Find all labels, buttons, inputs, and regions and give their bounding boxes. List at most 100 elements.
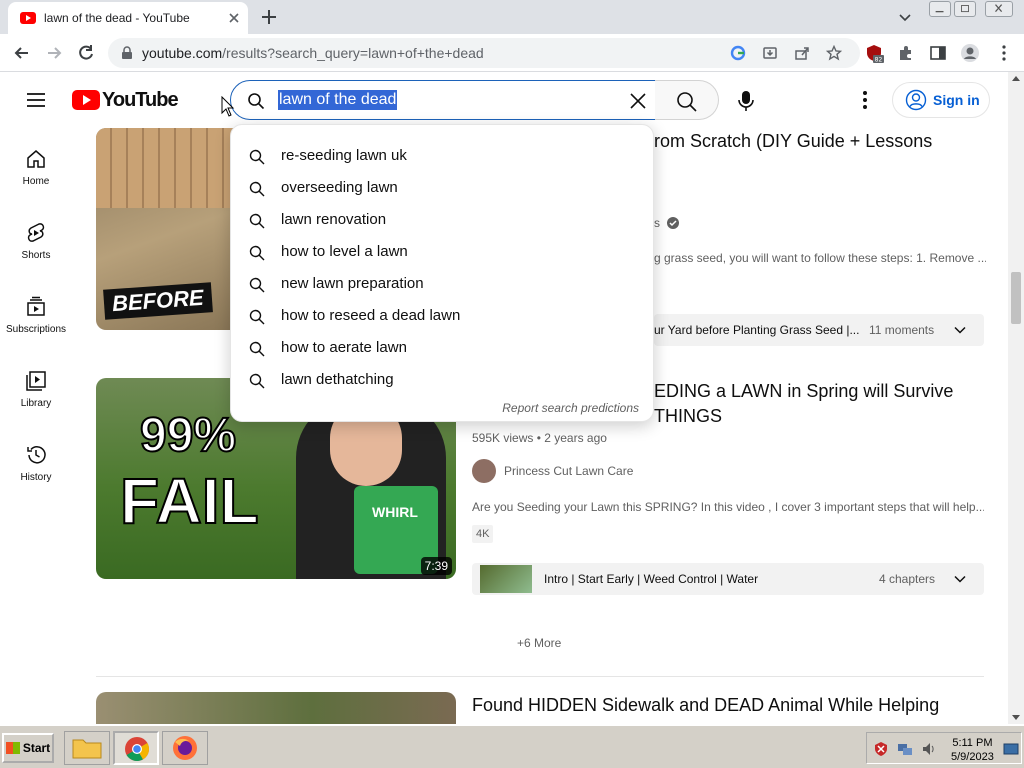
scroll-down-arrow-icon[interactable] [1012,715,1020,720]
suggestion-item[interactable]: lawn dethatching [231,364,655,396]
page-scrollbar[interactable] [1008,72,1024,724]
guide-item-library[interactable]: Library [0,370,72,430]
browser-tab[interactable]: lawn of the dead - YouTube [8,2,248,34]
search-button[interactable] [655,80,719,120]
suggestion-text: how to level a lawn [281,243,408,260]
window-close-button[interactable] [985,1,1013,17]
tab-close-icon[interactable] [226,10,242,26]
thumbnail-text-fail: FAIL [119,464,260,538]
search-icon [249,245,265,261]
search-icon [677,92,697,112]
url-text[interactable]: youtube.com/results?search_query=lawn+of… [142,45,484,61]
volume-icon[interactable] [921,741,937,757]
suggestion-item[interactable]: lawn renovation [231,204,655,236]
suggestion-item[interactable]: how to reseed a dead lawn [231,300,655,332]
guide-label: Subscriptions [5,324,67,335]
taskbar-file-explorer[interactable] [64,731,110,765]
search-suggestions-dropdown: re-seeding lawn uk overseeding lawn lawn… [230,124,654,422]
url-host: youtube.com [142,45,223,61]
shield-extension-icon[interactable]: 82 [864,43,884,63]
search-query-text[interactable]: lawn of the dead [278,90,398,110]
spreader-label: WHIRL [372,504,418,520]
youtube-play-logo-icon [72,90,100,110]
settings-more-icon[interactable] [858,90,872,110]
side-panel-icon[interactable] [928,43,948,63]
chevron-down-icon[interactable] [954,324,966,336]
clock-time: 5:11 PM [952,737,993,749]
extension-badge-count: 82 [875,57,883,64]
back-arrow-icon[interactable] [12,43,32,63]
suggestion-item[interactable]: overseeding lawn [231,172,655,204]
youtube-favicon-icon [20,12,36,24]
channel-name-2[interactable]: Princess Cut Lawn Care [504,464,633,478]
channel-row-2[interactable]: Princess Cut Lawn Care [472,459,633,483]
window-minimize-button[interactable] [929,1,951,17]
google-translate-icon[interactable] [730,45,746,61]
window-restore-button[interactable] [954,1,976,17]
chevron-down-icon[interactable] [954,573,966,585]
guide-item-shorts[interactable]: Shorts [0,222,72,282]
hamburger-menu-icon[interactable] [26,92,46,108]
share-icon[interactable] [794,45,810,61]
reload-icon[interactable] [76,43,96,63]
scroll-up-arrow-icon[interactable] [1012,76,1020,81]
video-title-3[interactable]: Found HIDDEN Sidewalk and DEAD Animal Wh… [472,692,939,718]
more-results-link[interactable]: +6 More [517,636,561,650]
security-alert-icon[interactable] [873,741,889,757]
clear-search-icon[interactable] [628,91,648,111]
guide-item-home[interactable]: Home [0,148,72,208]
video-meta-2: 595K views • 2 years ago [472,431,607,445]
youtube-logo[interactable]: YouTube [72,89,179,111]
video-title-2-line-2[interactable]: THINGS [654,403,722,429]
profile-avatar-icon[interactable] [960,43,980,63]
4k-badge: 4K [472,525,494,543]
taskbar-chrome[interactable] [113,731,159,765]
search-input[interactable]: lawn of the dead [230,80,656,120]
suggestion-item[interactable]: how to aerate lawn [231,332,655,364]
suggestion-text: new lawn preparation [281,275,424,292]
scrollbar-thumb[interactable] [1011,272,1021,324]
puzzle-extensions-icon[interactable] [896,43,916,63]
suggestion-item[interactable]: how to level a lawn [231,236,655,268]
chapter-text: ur Yard before Planting Grass Seed |... [654,323,860,337]
suggestion-item[interactable]: re-seeding lawn uk [231,140,655,172]
youtube-header: YouTube lawn of the dead Sign in [0,72,1008,128]
suggestion-item[interactable]: new lawn preparation [231,268,655,300]
install-app-icon[interactable] [762,45,778,61]
thumbnail-text-percent: 99% [139,408,237,463]
lock-icon[interactable] [120,46,134,60]
microphone-icon[interactable] [736,90,756,112]
forward-arrow-icon[interactable] [44,43,64,63]
chapter-count: 11 moments [869,323,935,337]
firefox-icon [173,736,197,760]
channel-name-1[interactable]: s [654,216,680,230]
video-title-2-line-1[interactable]: EDING a LAWN in Spring will Survive [654,378,953,404]
suggestion-text: how to aerate lawn [281,339,407,356]
report-predictions-link[interactable]: Report search predictions [502,401,639,415]
channel-avatar[interactable] [472,459,496,483]
address-bar[interactable]: youtube.com/results?search_query=lawn+of… [108,38,860,68]
browser-tab-strip: lawn of the dead - YouTube [0,0,1024,34]
start-button[interactable]: Start [2,733,54,763]
library-icon [26,371,46,391]
guide-item-subscriptions[interactable]: Subscriptions [0,296,72,356]
taskbar-firefox[interactable] [162,731,208,765]
key-moments-bar-1[interactable]: ur Yard before Planting Grass Seed |... … [654,314,984,346]
search-icon [249,181,265,197]
chrome-menu-icon[interactable] [994,43,1014,63]
video-thumbnail-3[interactable] [96,692,456,728]
network-icon[interactable] [897,741,913,757]
taskbar-clock[interactable]: 5:11 PM 5/9/2023 [951,736,994,764]
guide-label: Home [22,176,50,187]
search-icon [248,93,265,110]
new-tab-icon[interactable] [260,8,278,26]
tab-search-chevron-icon[interactable] [898,10,912,24]
sign-in-button[interactable]: Sign in [892,82,990,118]
show-desktop-icon[interactable] [1003,741,1019,757]
section-divider [96,676,984,677]
bookmark-star-icon[interactable] [826,45,842,61]
search-icon [249,213,265,229]
video-title-1[interactable]: rom Scratch (DIY Guide + Lessons [654,128,932,154]
chapters-bar-2[interactable]: Intro | Start Early | Weed Control | Wat… [472,563,984,595]
guide-item-history[interactable]: History [0,444,72,504]
